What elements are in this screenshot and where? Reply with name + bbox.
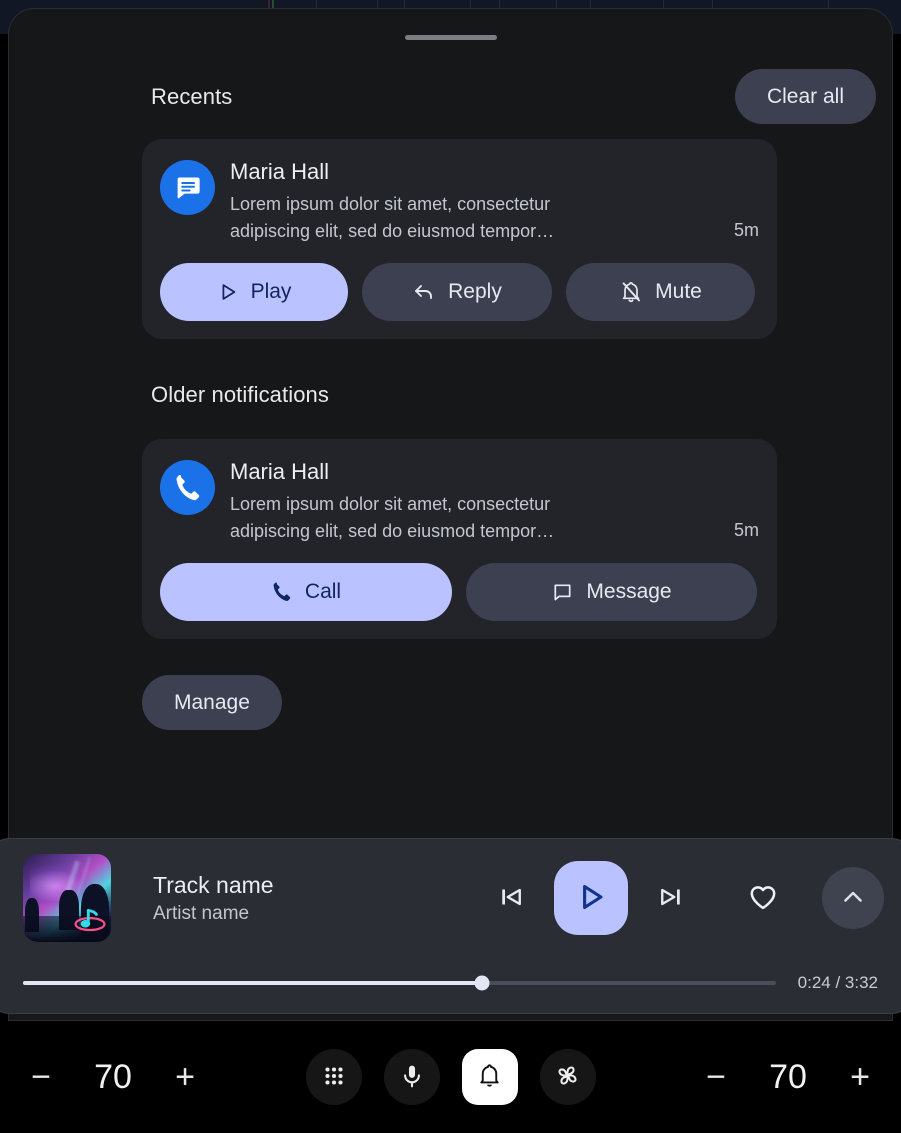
play-button[interactable] [554, 861, 628, 935]
notification-card-phone[interactable]: Maria Hall Lorem ipsum dolor sit amet, c… [142, 439, 777, 639]
clear-all-button[interactable]: Clear all [734, 69, 876, 124]
left-volume-decrease-button[interactable]: − [24, 1057, 58, 1097]
seek-bar[interactable] [23, 975, 776, 991]
notification-text: Maria Hall Lorem ipsum dolor sit amet, c… [230, 457, 734, 545]
play-action-label: Play [250, 280, 292, 303]
message-action-button[interactable]: Message [466, 563, 757, 621]
right-volume-decrease-button[interactable]: − [699, 1057, 733, 1097]
mute-action-label: Mute [655, 280, 702, 303]
skip-next-icon [656, 882, 686, 915]
next-track-button[interactable] [640, 867, 702, 929]
music-note-logo [74, 909, 106, 932]
messages-icon [160, 160, 215, 215]
call-action-label: Call [304, 580, 342, 603]
notification-title: Maria Hall [230, 159, 330, 184]
media-progress-row: 0:24 / 3:32 [0, 957, 901, 1009]
climate-fan-button[interactable] [539, 1049, 596, 1105]
notification-text: Maria Hall Lorem ipsum dolor sit amet, c… [230, 157, 734, 245]
previous-track-button[interactable] [480, 867, 542, 929]
left-volume-group: − 70 + [0, 1057, 226, 1097]
reply-action-button[interactable]: Reply [362, 263, 552, 321]
manage-button[interactable]: Manage [142, 675, 282, 730]
notification-body-line-1: Lorem ipsum dolor sit amet, consectetur [230, 194, 551, 214]
media-player-card: Track name Artist name 0:24 / 3:32 [0, 838, 901, 1014]
seek-bar-fill [23, 981, 483, 985]
notification-timestamp: 5m [733, 220, 759, 240]
notification-header: Maria Hall Lorem ipsum dolor sit amet, c… [142, 439, 777, 545]
phone-handset-icon [271, 581, 293, 603]
older-notifications-header-row: Older notifications [9, 382, 892, 408]
message-action-label: Message [586, 580, 672, 603]
seek-bar-thumb[interactable] [474, 975, 490, 991]
microphone-icon [399, 1063, 425, 1092]
bottom-nav-bar: − 70 + − 70 + [0, 1021, 901, 1133]
track-name: Track name [153, 871, 274, 898]
apps-grid-button[interactable] [305, 1049, 362, 1105]
notification-card-messages[interactable]: Maria Hall Lorem ipsum dolor sit amet, c… [142, 139, 777, 339]
media-player-top-row: Track name Artist name [0, 839, 901, 957]
expand-button[interactable] [822, 867, 884, 929]
notification-body-line-1: Lorem ipsum dolor sit amet, consectetur [230, 494, 551, 514]
right-volume-value: 70 [769, 1057, 807, 1096]
play-icon [574, 880, 608, 917]
apps-grid-icon [321, 1063, 347, 1092]
bell-icon [476, 1062, 503, 1092]
left-volume-increase-button[interactable]: + [168, 1057, 202, 1097]
reply-action-label: Reply [448, 280, 502, 303]
favorite-button[interactable] [732, 867, 794, 929]
notification-timestamp: 5m [733, 520, 759, 540]
recents-header-row: Recents Clear all [9, 69, 892, 124]
notification-title: Maria Hall [230, 459, 330, 484]
microphone-button[interactable] [383, 1049, 440, 1105]
section-title-older: Older notifications [151, 382, 329, 407]
nav-center-buttons [226, 1049, 675, 1105]
artist-name: Artist name [153, 902, 250, 924]
reply-icon [412, 280, 436, 304]
skip-previous-icon [496, 882, 526, 915]
chat-bubble-icon [551, 581, 574, 604]
notification-actions: Play Reply Mute [142, 245, 777, 339]
mute-action-button[interactable]: Mute [566, 263, 755, 321]
car-ui-screen: Recents Clear all Maria Hall Lorem ipsum… [0, 0, 901, 1133]
phone-icon [160, 460, 215, 515]
media-controls [480, 861, 892, 935]
section-title-recents: Recents [151, 83, 233, 109]
play-action-button[interactable]: Play [160, 263, 348, 321]
notification-header: Maria Hall Lorem ipsum dolor sit amet, c… [142, 139, 777, 245]
heart-icon [747, 881, 779, 916]
call-action-button[interactable]: Call [160, 563, 452, 621]
notifications-button[interactable] [461, 1049, 518, 1105]
fan-icon [554, 1062, 581, 1092]
time-label: 0:24 / 3:32 [797, 973, 878, 992]
media-metadata: Track name Artist name [153, 870, 480, 927]
chevron-up-icon [839, 883, 867, 914]
right-volume-group: − 70 + [675, 1057, 901, 1097]
right-volume-increase-button[interactable]: + [843, 1057, 877, 1097]
left-volume-value: 70 [94, 1057, 132, 1096]
mute-bell-icon [619, 280, 643, 304]
notification-actions: Call Message [142, 545, 777, 639]
play-icon [217, 281, 239, 303]
notification-body-line-2: adipiscing elit, sed do eiusmod tempor… [230, 521, 555, 541]
notification-body-line-2: adipiscing elit, sed do eiusmod tempor… [230, 221, 555, 241]
drag-handle[interactable] [404, 35, 497, 40]
album-art[interactable] [23, 854, 111, 942]
